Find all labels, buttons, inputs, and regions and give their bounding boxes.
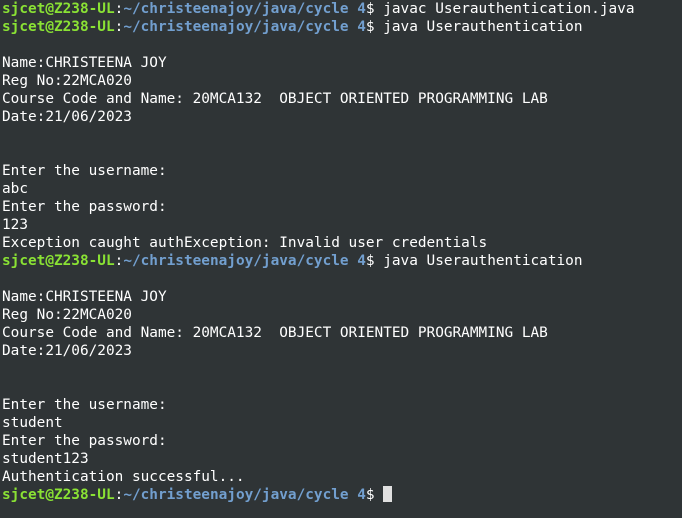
- command-text: javac Userauthentication.java: [383, 1, 635, 17]
- prompt-path: ~/christeenajoy/java/cycle 4: [123, 487, 366, 503]
- output-line: student123: [2, 450, 682, 468]
- output-text: Course Code and Name: 20MCA132 OBJECT OR…: [2, 325, 548, 341]
- output-line: Course Code and Name: 20MCA132 OBJECT OR…: [2, 90, 682, 108]
- output-line: Enter the password:: [2, 432, 682, 450]
- prompt-symbol: $: [365, 253, 384, 269]
- output-line: Enter the username:: [2, 396, 682, 414]
- output-text: student123: [2, 451, 89, 467]
- prompt-line: sjcet@Z238-UL:~/christeenajoy/java/cycle…: [2, 486, 682, 504]
- command-text: java Userauthentication: [383, 253, 583, 269]
- output-line: student: [2, 414, 682, 432]
- prompt-symbol: $: [365, 1, 384, 17]
- prompt-path: ~/christeenajoy/java/cycle 4: [123, 19, 366, 35]
- output-text: student: [2, 415, 63, 431]
- terminal-window[interactable]: sjcet@Z238-UL:~/christeenajoy/java/cycle…: [0, 0, 682, 518]
- prompt-line: sjcet@Z238-UL:~/christeenajoy/java/cycle…: [2, 252, 682, 270]
- output-text: 123: [2, 217, 28, 233]
- output-text: Exception caught authException: Invalid …: [2, 235, 488, 251]
- output-text: Name:CHRISTEENA JOY: [2, 289, 167, 305]
- prompt-line: sjcet@Z238-UL:~/christeenajoy/java/cycle…: [2, 18, 682, 36]
- prompt-path: ~/christeenajoy/java/cycle 4: [123, 253, 366, 269]
- output-line: Reg No:22MCA020: [2, 306, 682, 324]
- prompt-separator: :: [114, 253, 124, 269]
- prompt-symbol: $: [365, 19, 384, 35]
- output-text: Reg No:22MCA020: [2, 307, 132, 323]
- prompt-symbol: $: [365, 487, 384, 503]
- prompt-line: sjcet@Z238-UL:~/christeenajoy/java/cycle…: [2, 0, 682, 18]
- output-line: Reg No:22MCA020: [2, 72, 682, 90]
- prompt-separator: :: [114, 1, 124, 17]
- text-cursor[interactable]: [383, 486, 393, 502]
- prompt-separator: :: [114, 487, 124, 503]
- output-text: Reg No:22MCA020: [2, 73, 132, 89]
- output-text: abc: [2, 181, 28, 197]
- output-text: Enter the password:: [2, 199, 167, 215]
- prompt-separator: :: [114, 19, 124, 35]
- output-text: Enter the username:: [2, 397, 167, 413]
- output-line: Authentication successful...: [2, 468, 682, 486]
- output-text: Course Code and Name: 20MCA132 OBJECT OR…: [2, 91, 548, 107]
- output-text: Enter the username:: [2, 163, 167, 179]
- output-line: Course Code and Name: 20MCA132 OBJECT OR…: [2, 324, 682, 342]
- output-line: Exception caught authException: Invalid …: [2, 234, 682, 252]
- output-line: Date:21/06/2023: [2, 108, 682, 126]
- prompt-user-host: sjcet@Z238-UL: [2, 19, 115, 35]
- output-line: abc: [2, 180, 682, 198]
- output-line: Name:CHRISTEENA JOY: [2, 288, 682, 306]
- output-text: Authentication successful...: [2, 469, 245, 485]
- output-line: Date:21/06/2023: [2, 342, 682, 360]
- output-text: Date:21/06/2023: [2, 343, 132, 359]
- output-text: Name:CHRISTEENA JOY: [2, 55, 167, 71]
- prompt-path: ~/christeenajoy/java/cycle 4: [123, 1, 366, 17]
- output-line: Enter the password:: [2, 198, 682, 216]
- output-text: Date:21/06/2023: [2, 109, 132, 125]
- prompt-user-host: sjcet@Z238-UL: [2, 487, 115, 503]
- output-line: Name:CHRISTEENA JOY: [2, 54, 682, 72]
- output-text: Enter the password:: [2, 433, 167, 449]
- command-text: java Userauthentication: [383, 19, 583, 35]
- output-line: Enter the username:: [2, 162, 682, 180]
- prompt-user-host: sjcet@Z238-UL: [2, 253, 115, 269]
- output-line: 123: [2, 216, 682, 234]
- prompt-user-host: sjcet@Z238-UL: [2, 1, 115, 17]
